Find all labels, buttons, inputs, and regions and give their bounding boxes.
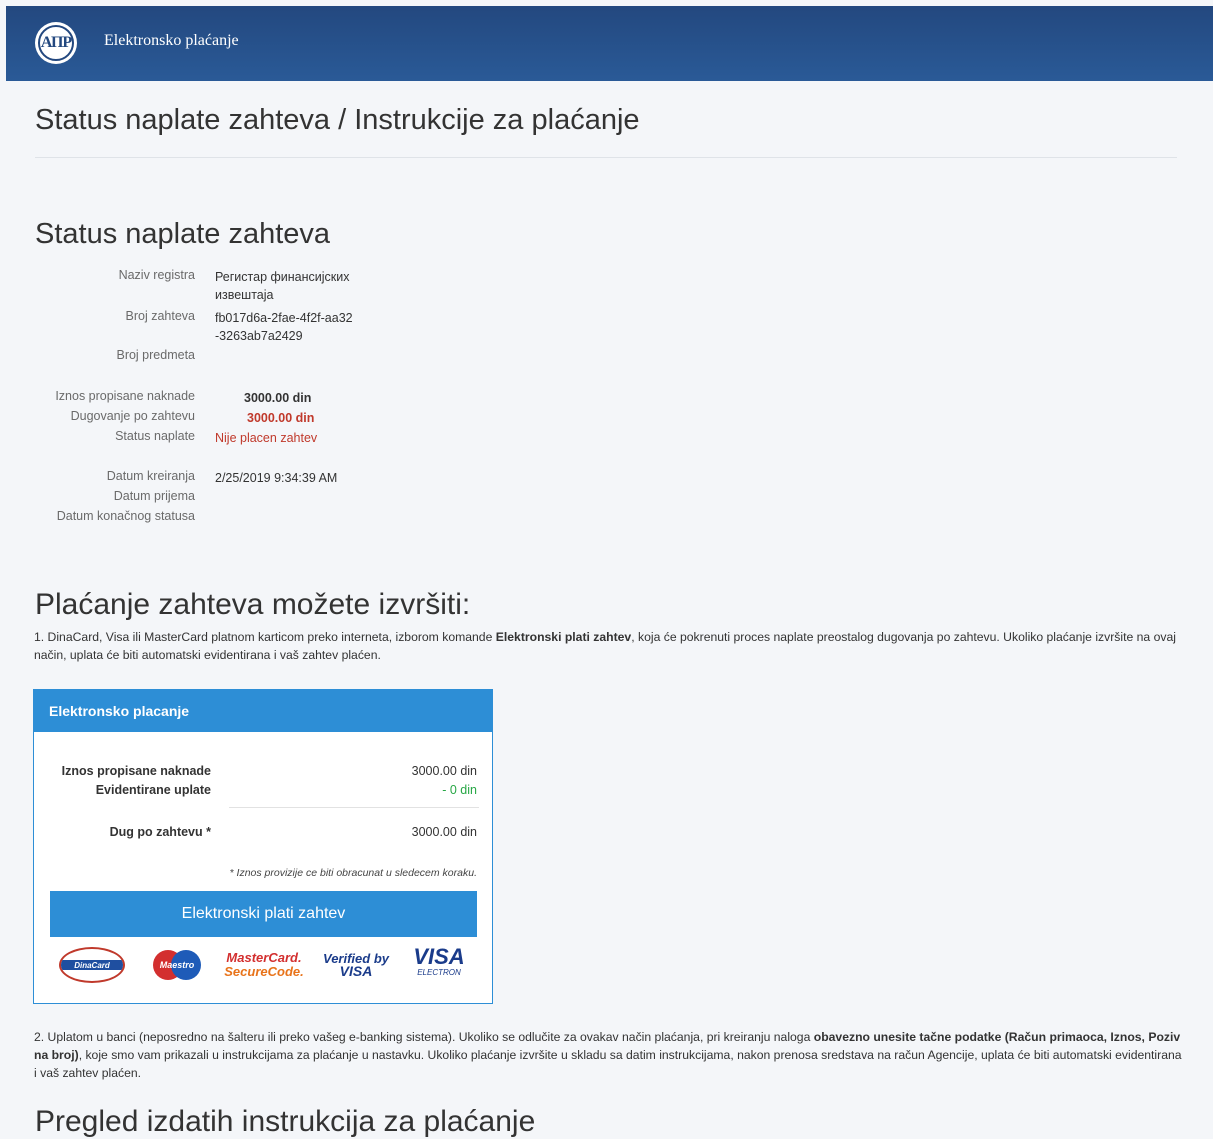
option1-text-bold: Elektronski plati zahtev bbox=[495, 630, 632, 644]
provision-note: * Iznos provizije ce biti obracunat u sl… bbox=[229, 867, 477, 879]
broj-zahteva-value: fb017d6a-2fae-4f2f-aa32-3263ab7a2429 bbox=[215, 311, 353, 343]
electron-text: ELECTRON bbox=[417, 968, 461, 977]
apr-logo[interactable]: АПР bbox=[35, 22, 77, 64]
dinacard-logo: DinaCard bbox=[59, 945, 125, 985]
electronic-pay-button[interactable]: Elektronski plati zahtev bbox=[50, 891, 477, 937]
dugovanje-label: Dugovanje po zahtevu bbox=[70, 409, 195, 423]
maestro-logo: Maestro bbox=[147, 945, 207, 985]
page-title: Status naplate zahteva / Instrukcije za … bbox=[35, 104, 640, 136]
iznos-value: 3000.00 din bbox=[244, 391, 312, 405]
panel-dug-value: 3000.00 din bbox=[411, 825, 477, 839]
visa-text: VISA bbox=[413, 944, 465, 969]
payment-heading: Plaćanje zahteva možete izvršiti: bbox=[35, 588, 471, 621]
verified-by-visa-logo: Verified by VISA bbox=[321, 945, 391, 985]
status-naplate-label: Status naplate bbox=[115, 429, 195, 443]
dugovanje-value: 3000.00 din bbox=[247, 411, 315, 425]
datum-konacnog-label: Datum konačnog statusa bbox=[56, 509, 195, 523]
option2-text-post: , koje smo vam prikazali u instrukcijama… bbox=[34, 1048, 1182, 1080]
visa-electron-logo: VISA ELECTRON bbox=[404, 945, 474, 985]
title-divider bbox=[35, 157, 1177, 158]
panel-title: Elektronsko placanje bbox=[34, 690, 492, 732]
app-title[interactable]: Elektronsko plaćanje bbox=[104, 32, 239, 50]
panel-evid-value: - 0 din bbox=[442, 783, 477, 797]
panel-divider bbox=[229, 807, 479, 808]
datum-prijema-label: Datum prijema bbox=[113, 489, 195, 503]
naziv-registra-label: Naziv registra bbox=[118, 268, 195, 282]
instructions-heading: Pregled izdatih instrukcija za plaćanje bbox=[35, 1105, 536, 1138]
option2-text-pre: 2. Uplatom u banci (neposredno na šalter… bbox=[34, 1030, 814, 1044]
naziv-registra-value: Регистар финансијских извештаја bbox=[215, 270, 350, 302]
broj-zahteva-label: Broj zahteva bbox=[125, 309, 195, 323]
option1-text-pre: 1. DinaCard, Visa ili MasterCard platnom… bbox=[34, 630, 496, 644]
status-naplate-value: Nije placen zahtev bbox=[215, 431, 318, 445]
broj-predmeta-label: Broj predmeta bbox=[116, 348, 195, 362]
securecode-text: SecureCode. bbox=[224, 964, 304, 979]
electronic-payment-panel: Elektronsko placanje Iznos propisane nak… bbox=[33, 689, 493, 1004]
verified-visa-text: VISA bbox=[339, 963, 373, 979]
status-heading: Status naplate zahteva bbox=[35, 218, 331, 250]
panel-dug-label: Dug po zahtevu * bbox=[109, 825, 211, 839]
apr-logo-text: АПР bbox=[38, 25, 74, 61]
card-logos: DinaCard Maestro MasterCard. SecureCode.… bbox=[59, 945, 479, 985]
panel-iznos-value: 3000.00 din bbox=[411, 764, 477, 778]
mastercard-securecode-logo: MasterCard. SecureCode. bbox=[224, 945, 304, 985]
panel-evid-label: Evidentirane uplate bbox=[95, 783, 211, 797]
iznos-label: Iznos propisane naknade bbox=[55, 389, 195, 403]
dinacard-text: DinaCard bbox=[74, 960, 110, 970]
top-navbar: АПР Elektronsko plaćanje bbox=[6, 6, 1213, 81]
payment-option-2: 2. Uplatom u banci (neposredno na šalter… bbox=[34, 1028, 1184, 1082]
datum-kreiranja-value: 2/25/2019 9:34:39 AM bbox=[215, 471, 338, 485]
payment-option-1: 1. DinaCard, Visa ili MasterCard platnom… bbox=[34, 628, 1184, 664]
mastercard-text: MasterCard. bbox=[226, 950, 302, 965]
maestro-text: Maestro bbox=[159, 960, 195, 970]
panel-iznos-label: Iznos propisane naknade bbox=[61, 764, 211, 778]
datum-kreiranja-label: Datum kreiranja bbox=[106, 469, 195, 483]
